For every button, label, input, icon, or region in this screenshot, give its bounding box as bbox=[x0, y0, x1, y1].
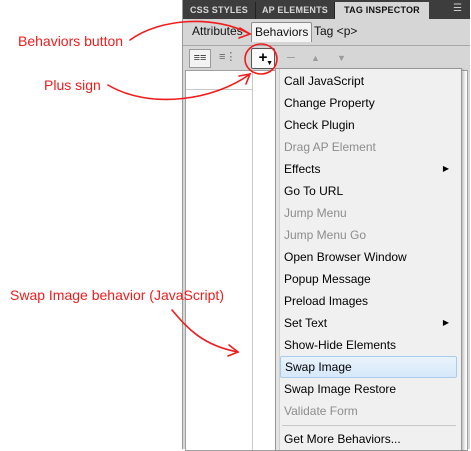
menu-item-call-javascript[interactable]: Call JavaScript bbox=[280, 70, 457, 92]
menu-item-label: Open Browser Window bbox=[284, 250, 407, 264]
menu-item-jump-menu-go: Jump Menu Go bbox=[280, 224, 457, 246]
menu-item-label: Go To URL bbox=[284, 184, 344, 198]
annotation-swap-image: Swap Image behavior (JavaScript) bbox=[10, 287, 224, 303]
menu-item-label: Call JavaScript bbox=[284, 74, 365, 88]
add-behavior-button[interactable]: + ▼ bbox=[251, 48, 275, 69]
menu-item-effects[interactable]: Effects ▶ bbox=[280, 158, 457, 180]
minus-icon[interactable]: – bbox=[287, 48, 295, 64]
chevron-down-icon: ▼ bbox=[266, 60, 273, 67]
menu-item-popup-message[interactable]: Popup Message bbox=[280, 268, 457, 290]
list-header-divider bbox=[186, 89, 252, 90]
triangle-down-icon[interactable]: ▼ bbox=[337, 50, 346, 66]
tab-ap-elements[interactable]: AP ELEMENTS bbox=[256, 2, 335, 19]
tab-css-styles[interactable]: CSS STYLES bbox=[183, 2, 256, 19]
menu-item-label: Popup Message bbox=[284, 272, 371, 286]
menu-item-label: Validate Form bbox=[284, 404, 358, 418]
menu-item-label: Effects bbox=[284, 162, 321, 176]
menu-item-label: Drag AP Element bbox=[284, 140, 376, 154]
menu-item-validate-form: Validate Form bbox=[280, 400, 457, 422]
tag-label: Tag <p> bbox=[314, 24, 358, 38]
show-all-events-icon[interactable]: ≡⋮ bbox=[219, 49, 236, 66]
menu-item-label: Jump Menu bbox=[284, 206, 347, 220]
submenu-arrow-icon: ▶ bbox=[442, 318, 449, 327]
panel-options-icon[interactable]: ☰ bbox=[453, 3, 462, 14]
menu-item-label: Check Plugin bbox=[284, 118, 355, 132]
add-behavior-menu: Call JavaScript Change Property Check Pl… bbox=[275, 68, 462, 451]
menu-item-go-to-url[interactable]: Go To URL bbox=[280, 180, 457, 202]
annotation-plus-sign: Plus sign bbox=[44, 77, 101, 93]
show-set-events-icon[interactable]: ≡≡ bbox=[189, 49, 211, 68]
menu-item-open-browser-window[interactable]: Open Browser Window bbox=[280, 246, 457, 268]
menu-item-label: Jump Menu Go bbox=[284, 228, 367, 242]
menu-item-label: Show-Hide Elements bbox=[284, 338, 397, 352]
annotation-behaviors-button: Behaviors button bbox=[18, 33, 124, 49]
menu-item-preload-images[interactable]: Preload Images bbox=[280, 290, 457, 312]
menu-item-label: Swap Image bbox=[285, 360, 352, 374]
menu-item-get-more-behaviors[interactable]: Get More Behaviors... bbox=[280, 428, 457, 450]
panel-tab-bar: CSS STYLES AP ELEMENTS TAG INSPECTOR ☰ bbox=[183, 0, 470, 19]
menu-item-label: Get More Behaviors... bbox=[284, 432, 401, 446]
column-divider bbox=[252, 71, 253, 450]
menu-item-label: Preload Images bbox=[284, 294, 369, 308]
menu-item-change-property[interactable]: Change Property bbox=[280, 92, 457, 114]
menu-separator bbox=[282, 425, 456, 426]
menu-item-label: Swap Image Restore bbox=[284, 382, 397, 396]
menu-item-drag-ap-element: Drag AP Element bbox=[280, 136, 457, 158]
triangle-up-icon[interactable]: ▲ bbox=[311, 50, 320, 66]
menu-item-show-hide-elements[interactable]: Show-Hide Elements bbox=[280, 334, 457, 356]
menu-item-jump-menu: Jump Menu bbox=[280, 202, 457, 224]
tab-behaviors[interactable]: Behaviors bbox=[251, 22, 313, 42]
menu-item-label: Set Text bbox=[284, 316, 328, 330]
menu-item-swap-image[interactable]: Swap Image bbox=[280, 356, 457, 378]
menu-item-check-plugin[interactable]: Check Plugin bbox=[280, 114, 457, 136]
menu-item-set-text[interactable]: Set Text ▶ bbox=[280, 312, 457, 334]
behaviors-toolbar: ≡≡ ≡⋮ + ▼ – ▲ ▼ bbox=[183, 45, 470, 70]
tab-attributes[interactable]: Attributes bbox=[189, 22, 246, 41]
menu-item-swap-image-restore[interactable]: Swap Image Restore bbox=[280, 378, 457, 400]
tab-tag-inspector[interactable]: TAG INSPECTOR bbox=[335, 2, 429, 19]
submenu-arrow-icon: ▶ bbox=[442, 164, 449, 173]
inspector-subtabs: Attributes Behaviors Tag <p> bbox=[183, 21, 470, 45]
menu-item-label: Change Property bbox=[284, 96, 375, 110]
